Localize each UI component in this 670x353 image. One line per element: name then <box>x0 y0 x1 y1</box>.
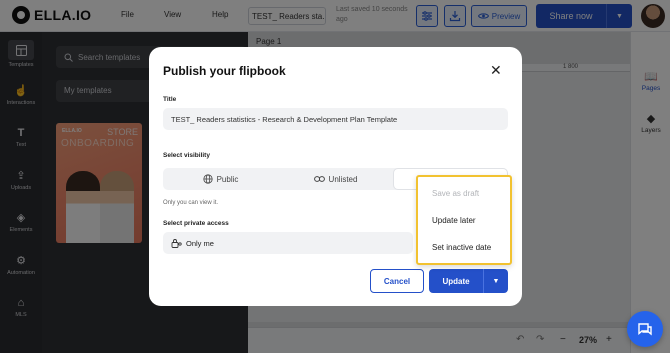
visibility-option-label: Public <box>216 174 239 184</box>
access-label: Select private access <box>163 220 229 227</box>
cancel-button[interactable]: Cancel <box>370 269 424 293</box>
update-button[interactable]: Update ▼ <box>429 269 508 293</box>
menu-item-update-later[interactable]: Update later <box>432 216 476 225</box>
private-access-select[interactable]: Only me <box>163 232 413 254</box>
visibility-option-label: Unlisted <box>328 174 358 184</box>
access-value: Only me <box>186 238 214 248</box>
menu-item-set-inactive-date[interactable]: Set inactive date <box>432 243 491 252</box>
chat-icon <box>638 323 652 336</box>
visibility-unlisted[interactable]: Unlisted <box>278 168 393 190</box>
update-options-menu: Save as draft Update later Set inactive … <box>416 175 512 265</box>
title-input[interactable]: TEST_ Readers statistics - Research & De… <box>163 108 508 130</box>
close-icon[interactable]: ✕ <box>490 62 502 79</box>
chevron-down-icon[interactable]: ▼ <box>483 269 508 293</box>
chat-button[interactable] <box>627 311 663 347</box>
visibility-public[interactable]: Public <box>163 168 278 190</box>
title-field-label: Title <box>163 96 177 103</box>
update-label: Update <box>442 276 470 286</box>
globe-icon <box>202 174 213 184</box>
link-icon <box>313 176 325 182</box>
dialog-title: Publish your flipbook <box>163 64 286 78</box>
visibility-hint: Only you can view it. <box>163 200 219 206</box>
menu-item-save-draft: Save as draft <box>432 189 480 198</box>
lock-user-icon <box>171 239 182 248</box>
visibility-label: Select visibility <box>163 152 210 159</box>
